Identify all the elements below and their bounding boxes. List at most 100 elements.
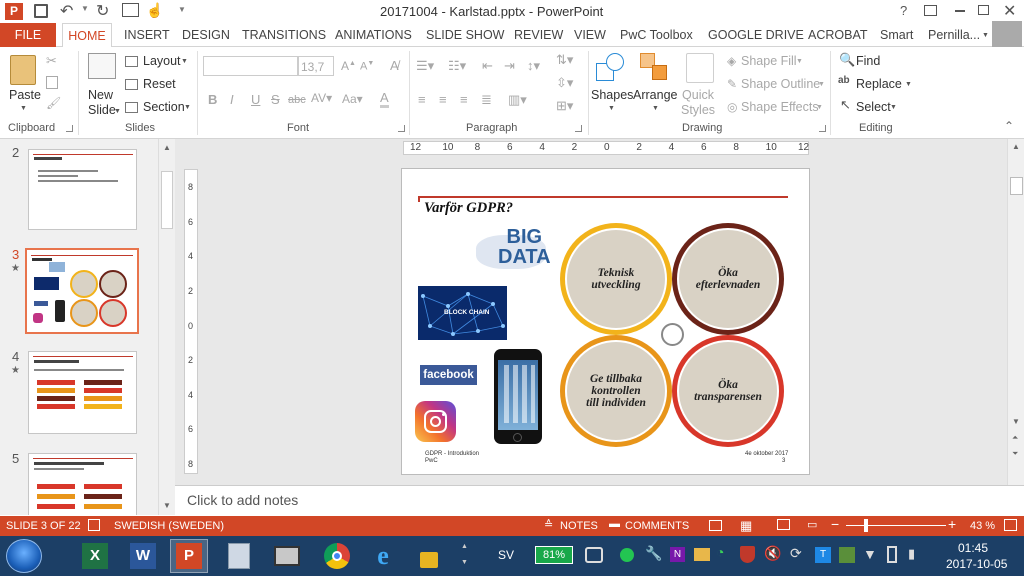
tab-view[interactable]: VIEW xyxy=(574,23,606,47)
layout-button[interactable]: Layout xyxy=(143,54,181,68)
new-slide-icon[interactable] xyxy=(88,53,116,79)
shape-effects-icon[interactable]: ◎ xyxy=(727,100,737,114)
cut-icon[interactable]: ✂ xyxy=(46,53,57,69)
notes-toggle[interactable]: NOTES xyxy=(560,520,598,532)
shape-fill-icon[interactable]: ◈ xyxy=(727,54,736,68)
justify-icon[interactable]: ≣ xyxy=(481,92,492,108)
text-shadow-button[interactable]: abc xyxy=(288,94,306,106)
clock-time[interactable]: 01:45 xyxy=(958,541,988,555)
avatar[interactable] xyxy=(992,21,1022,49)
normal-view-icon[interactable] xyxy=(709,520,722,531)
section-button[interactable]: Section xyxy=(143,100,185,114)
tray-blue-app-icon[interactable]: T xyxy=(815,547,831,563)
increase-font-size-icon[interactable]: A▲ xyxy=(341,59,356,73)
tab-insert[interactable]: INSERT xyxy=(124,23,170,47)
zoom-out-icon[interactable]: − xyxy=(831,516,839,532)
wifi-icon[interactable]: ◔ xyxy=(716,544,724,560)
shape-effects-button[interactable]: Shape Effects xyxy=(741,100,819,114)
close-icon[interactable]: ✕ xyxy=(1003,1,1016,21)
line-spacing-icon[interactable]: ↕▾ xyxy=(527,58,540,74)
ribbon-display-options-icon[interactable] xyxy=(924,5,937,16)
select-icon[interactable]: ↖ xyxy=(840,97,851,113)
notes-pane[interactable]: Click to add notes xyxy=(175,485,1024,515)
slide-thumbnail-4[interactable] xyxy=(28,351,137,434)
drawing-launcher-icon[interactable] xyxy=(819,125,826,132)
user-dropdown-icon[interactable]: ▼ xyxy=(982,32,989,39)
tray-green-dot-icon[interactable] xyxy=(620,548,634,562)
tab-slide-show[interactable]: SLIDE SHOW xyxy=(426,23,505,47)
tray-image-icon[interactable] xyxy=(839,547,855,563)
zoom-in-icon[interactable]: + xyxy=(948,516,956,532)
editor-scrollbar[interactable]: ▲ ▼ ⏶ ⏷ xyxy=(1007,139,1024,485)
zoom-level[interactable]: 43 % xyxy=(970,520,995,532)
paste-button[interactable]: Paste xyxy=(9,88,41,102)
tray-refresh-icon[interactable]: ⟳ xyxy=(790,545,802,562)
internet-explorer-icon[interactable]: e xyxy=(364,539,402,573)
tray-folder-icon[interactable] xyxy=(694,548,710,561)
clear-formatting-icon[interactable]: A̸ xyxy=(390,58,399,73)
zoom-slider-thumb[interactable] xyxy=(863,519,868,532)
arrange-icon[interactable] xyxy=(640,53,670,83)
quick-styles-icon[interactable] xyxy=(686,53,714,83)
format-painter-icon[interactable]: 🖌 xyxy=(46,96,61,110)
powerpoint-taskbar-icon[interactable]: P xyxy=(170,539,208,573)
minimize-icon[interactable] xyxy=(955,10,965,12)
save-icon[interactable] xyxy=(34,4,48,18)
tray-onenote-icon[interactable]: N xyxy=(670,547,685,562)
slide-thumbnail-5[interactable] xyxy=(28,453,137,515)
undo-icon[interactable]: ↶ xyxy=(60,1,73,21)
align-left-icon[interactable]: ≡ xyxy=(418,92,426,107)
scroll-down-icon[interactable]: ▼ xyxy=(1012,417,1020,426)
scroll-down-icon[interactable]: ▼ xyxy=(163,501,171,510)
tab-transitions[interactable]: TRANSITIONS xyxy=(242,23,326,47)
lock-app-icon[interactable] xyxy=(410,539,448,573)
replace-dropdown-icon[interactable]: ▼ xyxy=(905,81,912,88)
paragraph-launcher-icon[interactable] xyxy=(575,125,582,132)
comments-toggle[interactable]: COMMENTS xyxy=(625,520,689,532)
tab-smart[interactable]: Smart xyxy=(880,23,913,47)
shapes-button[interactable]: Shapes xyxy=(591,88,633,102)
taskbar-scroll-icon[interactable]: ▲ ▼ xyxy=(461,539,468,571)
scroll-up-icon[interactable]: ▲ xyxy=(163,143,171,152)
chrome-icon[interactable] xyxy=(318,539,356,573)
battery-indicator[interactable]: 81% xyxy=(535,546,573,564)
decrease-font-size-icon[interactable]: A▼ xyxy=(360,60,374,73)
shape-fill-button[interactable]: Shape Fill xyxy=(741,54,797,68)
underline-button[interactable]: U xyxy=(251,92,260,107)
select-dropdown-icon[interactable]: ▼ xyxy=(890,104,897,111)
power-icon[interactable] xyxy=(887,546,897,563)
spelling-icon[interactable] xyxy=(88,519,100,531)
replace-icon[interactable]: ab xyxy=(838,75,850,86)
character-spacing-icon[interactable]: AV▾ xyxy=(311,91,332,105)
numbering-icon[interactable]: ☷▾ xyxy=(448,58,466,74)
align-right-icon[interactable]: ≡ xyxy=(460,92,468,107)
customize-toolbar-icon[interactable]: ▼ xyxy=(178,5,186,14)
clipboard-launcher-icon[interactable] xyxy=(66,125,73,132)
scroll-up-icon[interactable]: ▲ xyxy=(1012,142,1020,151)
paste-icon[interactable] xyxy=(10,55,36,85)
shape-fill-dropdown-icon[interactable]: ▼ xyxy=(796,58,803,65)
tray-tool-icon[interactable]: 🔧 xyxy=(645,545,662,562)
slide-canvas[interactable]: Varför GDPR? BIG DATA BLOCK CHAIN facebo… xyxy=(401,168,810,475)
tab-google-drive[interactable]: GOOGLE DRIVE xyxy=(708,23,804,47)
scrollbar-thumb[interactable] xyxy=(161,171,173,229)
help-icon[interactable]: ? xyxy=(900,3,907,18)
slide-thumbnail-3[interactable] xyxy=(25,248,139,334)
decrease-indent-icon[interactable]: ⇤ xyxy=(482,58,493,74)
slide-title[interactable]: Varför GDPR? xyxy=(424,200,513,217)
tray-device-icon[interactable] xyxy=(585,547,603,563)
reading-view-icon[interactable] xyxy=(777,519,790,530)
shapes-dropdown-icon[interactable]: ▼ xyxy=(608,105,615,112)
word-icon[interactable]: W xyxy=(124,539,162,573)
tab-file[interactable]: FILE xyxy=(0,23,56,47)
next-slide-icon[interactable]: ⏷ xyxy=(1012,449,1018,459)
select-button[interactable]: Select xyxy=(856,100,891,114)
find-button[interactable]: Find xyxy=(856,54,880,68)
restore-icon[interactable] xyxy=(978,5,989,15)
facebook-logo[interactable]: facebook xyxy=(420,365,477,385)
user-name[interactable]: Pernilla... xyxy=(928,23,980,47)
copy-icon[interactable] xyxy=(46,76,58,89)
scrollbar-thumb[interactable] xyxy=(1010,177,1023,195)
big-data-image[interactable]: BIG DATA xyxy=(476,225,551,279)
section-dropdown-icon[interactable]: ▼ xyxy=(184,104,191,111)
